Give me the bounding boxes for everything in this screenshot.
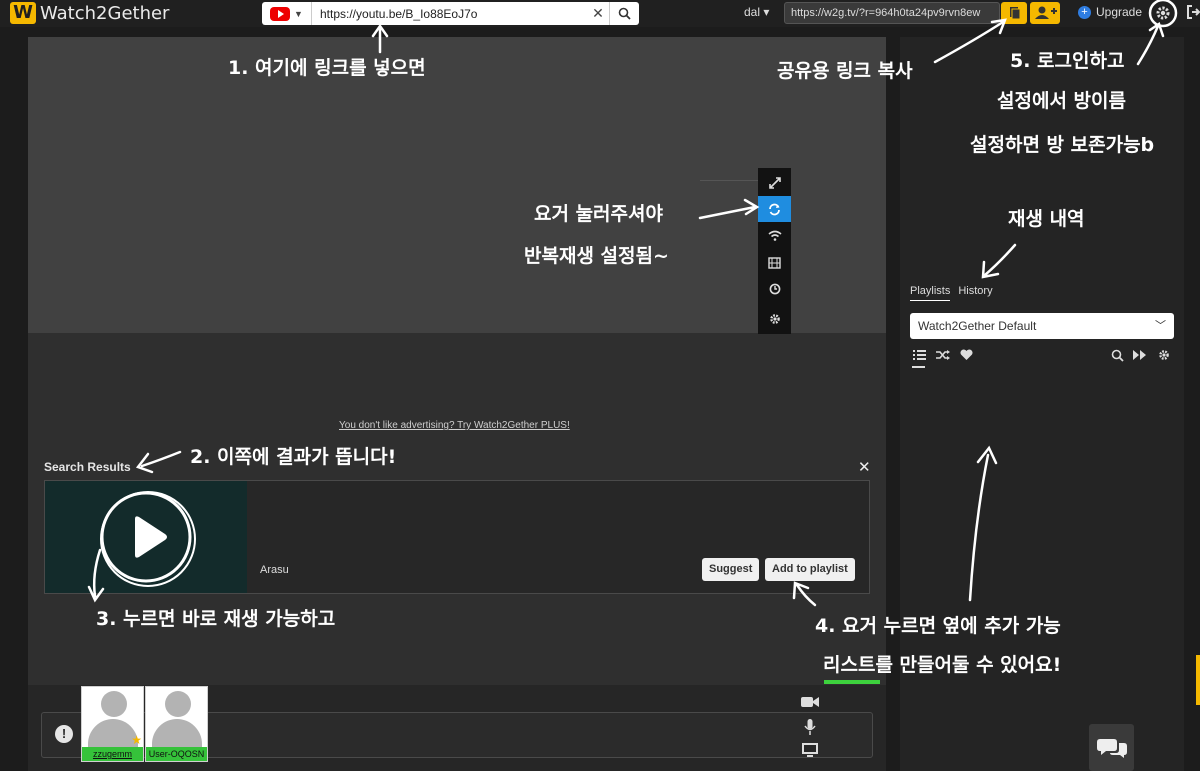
annotation-4-line1: 4. 요거 누르면 옆에 추가 가능 — [815, 615, 1061, 637]
annotation-5-line3: 설정하면 방 보존가능b — [970, 134, 1155, 156]
annotation-history: 재생 내역 — [1008, 208, 1085, 230]
annotation-3: 3. 누르면 바로 재생 가능하고 — [96, 608, 336, 630]
annotation-4-line2: 리스트를 만들어둘 수 있어요! — [823, 654, 1062, 676]
annotation-5-line1: 5. 로그인하고 — [1010, 50, 1125, 72]
annotation-5-line2: 설정에서 방이름 — [997, 90, 1126, 112]
highlight-underline — [824, 680, 880, 684]
annotation-2: 2. 이쪽에 결과가 뜹니다! — [190, 446, 397, 468]
annotation-share: 공유용 링크 복사 — [777, 60, 913, 82]
annotation-loop-line1: 요거 눌러주셔야 — [534, 203, 663, 225]
annotation-1: 1. 여기에 링크를 넣으면 — [228, 57, 426, 79]
annotation-loop-line2: 반복재생 설정됨~ — [524, 245, 669, 267]
